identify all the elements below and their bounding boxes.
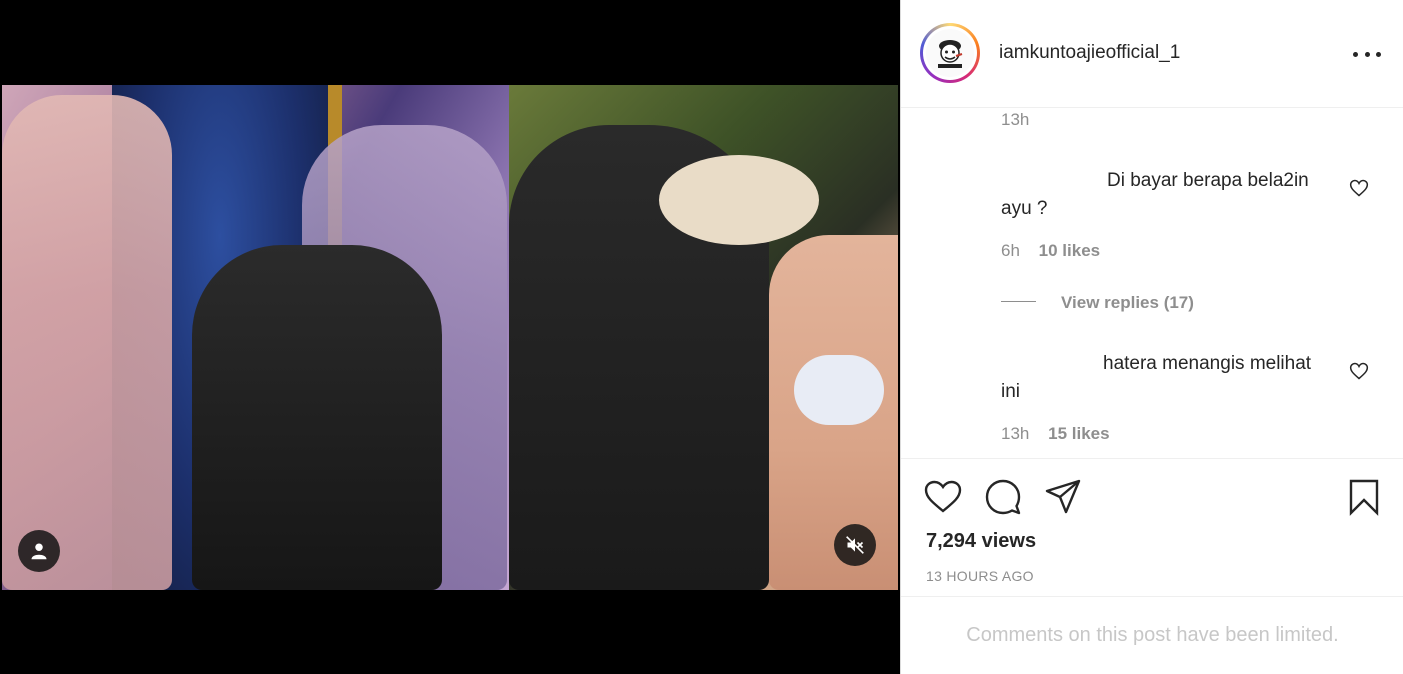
comment-meta: 13h 15 likes xyxy=(1001,424,1110,444)
video-frame-left xyxy=(2,85,509,590)
video-frame-right xyxy=(509,85,898,590)
comment-timestamp: 13h xyxy=(1001,110,1030,129)
caricature-avatar-icon xyxy=(938,40,963,68)
heart-icon[interactable] xyxy=(923,477,963,517)
paper-plane-icon[interactable] xyxy=(1043,477,1083,517)
comment-likes[interactable]: 10 likes xyxy=(1039,241,1100,260)
post-actions: 7,294 views 13 HOURS AGO xyxy=(901,458,1403,596)
comment-text: hatera menangis melihat ini xyxy=(1001,353,1312,402)
username-link[interactable]: iamkuntoajieofficial_1 xyxy=(999,42,1180,64)
bookmark-icon[interactable] xyxy=(1344,477,1384,517)
video-player[interactable] xyxy=(2,85,898,590)
muted-speaker-icon xyxy=(846,536,864,554)
more-dot-icon xyxy=(1353,51,1358,57)
view-count[interactable]: 7,294 views xyxy=(926,530,1036,553)
media-viewer xyxy=(0,0,900,674)
comment-time: 6h xyxy=(1001,241,1020,260)
more-dot-icon xyxy=(1364,51,1370,57)
avatar[interactable] xyxy=(920,23,980,83)
comment-likes[interactable]: 15 likes xyxy=(1048,424,1109,443)
more-dot-icon xyxy=(1376,51,1381,57)
comment-like-heart-icon[interactable] xyxy=(1349,178,1369,198)
comment-text: Di bayar berapa bela2in ayu ? xyxy=(1001,170,1309,219)
user-tag-button[interactable] xyxy=(18,530,60,572)
comment-like-heart-icon[interactable] xyxy=(1349,361,1369,381)
post-time-ago[interactable]: 13 HOURS AGO xyxy=(926,568,1034,584)
more-options-button[interactable] xyxy=(1353,44,1381,64)
view-replies-button[interactable]: View replies (17) xyxy=(1061,293,1194,313)
comment-time: 13h xyxy=(1001,424,1030,443)
comments-list: 13h Di bayar berapa bela2in ayu ? 6h 10 … xyxy=(901,108,1403,458)
mute-button[interactable] xyxy=(834,524,876,566)
comments-limited-message: Comments on this post have been limited. xyxy=(901,596,1403,674)
comment-icon[interactable] xyxy=(983,477,1023,517)
comment-meta: 6h 10 likes xyxy=(1001,241,1100,261)
post-header: iamkuntoajieofficial_1 xyxy=(901,0,1403,108)
replies-line xyxy=(1001,301,1036,302)
post-panel: iamkuntoajieofficial_1 13h Di bayar bera… xyxy=(900,0,1403,674)
user-tag-icon xyxy=(31,543,47,560)
